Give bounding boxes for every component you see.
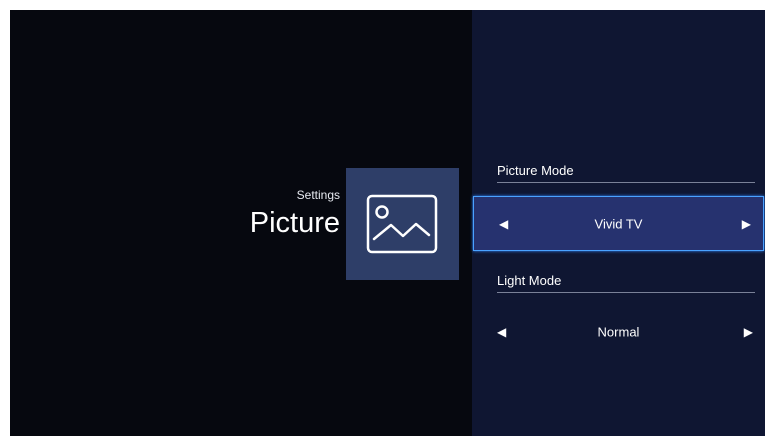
picture-mode-selector[interactable]: ◀ Vivid TV ▶ [473, 196, 764, 251]
picture-category-tile [346, 168, 459, 280]
settings-header-pane: Settings Picture [10, 10, 472, 436]
light-mode-label: Light Mode [497, 273, 562, 288]
picture-mode-divider [497, 182, 755, 183]
triangle-right-icon[interactable]: ▶ [742, 218, 751, 230]
picture-icon [366, 194, 438, 254]
light-mode-value: Normal [597, 324, 640, 340]
settings-options-panel: Picture Mode ◀ Vivid TV ▶ Light Mode ◀ N… [472, 10, 765, 436]
triangle-right-icon[interactable]: ▶ [744, 326, 753, 338]
picture-settings-screen: Settings Picture Picture Mode ◀ Vivid TV… [10, 10, 765, 436]
light-mode-selector[interactable]: ◀ Normal ▶ [472, 304, 765, 360]
picture-mode-value: Vivid TV [594, 216, 643, 231]
light-mode-divider [497, 292, 755, 293]
breadcrumb: Settings [296, 188, 340, 202]
page-title: Picture [249, 207, 340, 239]
picture-mode-label: Picture Mode [497, 163, 574, 178]
